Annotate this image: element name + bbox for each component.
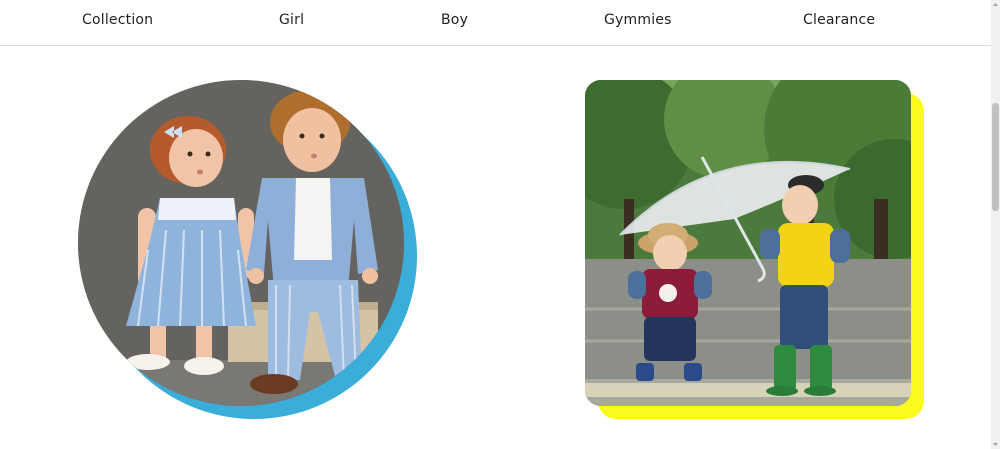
nav-item-boy[interactable]: Boy <box>441 12 468 28</box>
scroll-down-arrow-icon[interactable] <box>991 440 1000 449</box>
top-navigation: Collection Girl Boy Gymmies Clearance <box>0 0 991 46</box>
featured-photo-toddlers[interactable] <box>78 80 418 420</box>
scroll-up-arrow-icon[interactable] <box>991 0 1000 9</box>
scrollbar-thumb[interactable] <box>992 103 999 211</box>
nav-item-collection[interactable]: Collection <box>82 12 153 28</box>
page-scrollbar[interactable] <box>991 0 1000 449</box>
nav-item-clearance[interactable]: Clearance <box>803 12 875 28</box>
nav-item-gymmies[interactable]: Gymmies <box>604 12 672 28</box>
featured-photo-umbrella-boys[interactable] <box>584 79 926 421</box>
umbrella-boys-photo <box>585 80 911 406</box>
nav-item-girl[interactable]: Girl <box>279 12 304 28</box>
